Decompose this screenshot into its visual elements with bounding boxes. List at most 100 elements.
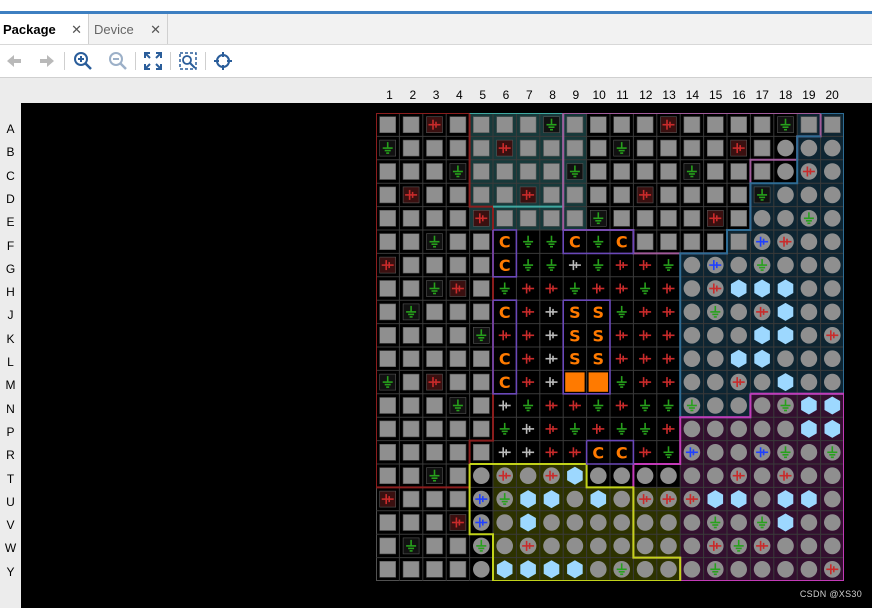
io-pin-circle[interactable] [590,467,607,485]
io-pin-circle[interactable] [613,490,630,508]
io-pin-circle[interactable] [707,397,724,414]
io-pin-square[interactable] [823,116,841,133]
io-pin-square[interactable] [519,210,537,227]
io-pin-square[interactable] [473,397,490,414]
io-pin-circle[interactable] [800,373,818,391]
io-pin-circle[interactable] [824,467,841,485]
io-pin-square[interactable] [426,514,443,531]
zoom-to-selection-icon[interactable] [177,50,199,72]
config-pin-square[interactable] [565,372,585,392]
io-pin-circle[interactable] [566,514,584,531]
io-pin-square[interactable] [566,186,584,204]
io-pin-square[interactable] [473,303,490,321]
config-pin-label[interactable]: C [499,373,511,392]
io-pin-square[interactable] [519,139,537,157]
io-pin-square[interactable] [473,350,490,367]
io-pin-square[interactable] [473,116,490,133]
io-pin-square[interactable] [683,233,701,250]
io-pin-square[interactable] [683,116,701,133]
io-pin-square[interactable] [426,420,443,438]
io-pin-square[interactable] [426,163,443,180]
io-pin-circle[interactable] [707,444,724,461]
io-pin-square[interactable] [473,186,490,204]
io-pin-square[interactable] [449,443,467,461]
io-pin-circle[interactable] [800,303,818,321]
fit-view-icon[interactable] [142,50,164,72]
io-pin-square[interactable] [449,139,467,157]
io-pin-circle[interactable] [636,561,654,578]
io-pin-square[interactable] [800,116,818,133]
io-pin-circle[interactable] [613,537,630,555]
io-pin-circle[interactable] [496,514,513,531]
io-pin-circle[interactable] [800,280,818,297]
io-pin-square[interactable] [449,116,467,133]
io-pin-circle[interactable] [660,537,677,555]
io-pin-square[interactable] [519,163,537,180]
io-pin-circle[interactable] [707,350,724,367]
io-pin-circle[interactable] [660,514,677,531]
io-pin-square[interactable] [426,397,443,414]
config-pin-label[interactable]: C [616,443,628,462]
io-pin-square[interactable] [379,210,396,227]
io-pin-circle[interactable] [800,233,818,250]
io-pin-circle[interactable] [753,420,771,438]
io-pin-square[interactable] [706,233,724,250]
io-pin-circle[interactable] [496,537,513,555]
io-pin-circle[interactable] [660,561,677,578]
io-pin-circle[interactable] [683,303,701,321]
io-pin-circle[interactable] [753,561,771,578]
io-pin-square[interactable] [660,163,677,180]
io-pin-circle[interactable] [683,256,701,274]
io-pin-square[interactable] [590,163,607,180]
config-pin-label[interactable]: S [569,326,581,345]
io-pin-square[interactable] [473,443,490,461]
io-pin-circle[interactable] [707,467,724,485]
io-pin-square[interactable] [379,537,396,555]
io-pin-square[interactable] [426,560,443,578]
io-pin-square[interactable] [426,537,443,555]
io-pin-square[interactable] [660,233,677,250]
io-pin-square[interactable] [449,373,467,391]
io-pin-square[interactable] [379,327,396,344]
io-pin-circle[interactable] [800,350,818,367]
io-pin-square[interactable] [473,280,490,297]
io-pin-circle[interactable] [777,350,794,367]
io-pin-square[interactable] [660,210,677,227]
io-pin-square[interactable] [426,443,443,461]
io-pin-square[interactable] [473,163,490,180]
io-pin-square[interactable] [379,443,396,461]
io-pin-circle[interactable] [683,350,701,367]
io-pin-square[interactable] [426,210,443,227]
io-pin-circle[interactable] [519,467,537,485]
io-pin-circle[interactable] [707,327,724,344]
io-pin-square[interactable] [402,233,420,250]
io-pin-circle[interactable] [730,514,747,531]
tab-package[interactable]: Package ✕ [0,14,89,44]
io-pin-square[interactable] [683,186,701,204]
io-pin-square[interactable] [543,210,560,227]
io-pin-square[interactable] [379,397,396,414]
io-pin-square[interactable] [402,350,420,367]
io-pin-square[interactable] [402,327,420,344]
io-pin-square[interactable] [590,186,607,204]
io-pin-circle[interactable] [800,139,818,157]
io-pin-square[interactable] [566,210,584,227]
io-pin-circle[interactable] [636,467,654,485]
io-pin-square[interactable] [496,186,513,204]
io-pin-square[interactable] [402,373,420,391]
forward-arrow-icon[interactable] [36,50,58,72]
io-pin-circle[interactable] [824,256,841,274]
io-pin-square[interactable] [473,373,490,391]
io-pin-circle[interactable] [683,373,701,391]
io-pin-circle[interactable] [824,350,841,367]
io-pin-square[interactable] [473,256,490,274]
io-pin-square[interactable] [753,139,771,157]
io-pin-circle[interactable] [730,561,747,578]
config-pin-label[interactable]: C [499,256,511,275]
io-pin-square[interactable] [683,139,701,157]
config-pin-label[interactable]: C [499,303,511,322]
io-pin-square[interactable] [426,327,443,344]
io-pin-square[interactable] [566,116,584,133]
config-pin-label[interactable]: S [593,350,605,369]
io-pin-circle[interactable] [800,514,818,531]
